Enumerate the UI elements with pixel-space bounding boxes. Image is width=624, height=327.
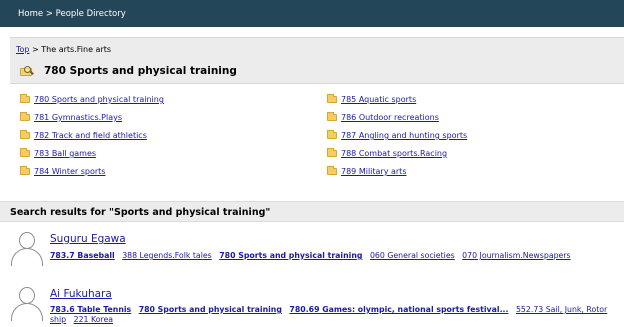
folder-icon	[327, 112, 337, 121]
folder-icon	[327, 94, 337, 103]
person-tag-link[interactable]: 783.6 Table Tennis	[50, 305, 131, 314]
category-panel: Top > The arts.Fine arts 780 Sports and …	[10, 37, 624, 84]
folder-icon	[327, 130, 337, 139]
subcategory-item[interactable]: 789 Military arts	[327, 166, 406, 176]
subcategory-link[interactable]: 786 Outdoor recreations	[341, 113, 439, 122]
top-bar: Home > People Directory	[0, 0, 624, 27]
avatar-placeholder-icon	[10, 230, 44, 266]
category-path-top-link[interactable]: Top	[16, 45, 30, 54]
search-results-heading: Search results for "Sports and physical …	[10, 207, 271, 218]
person-name-link[interactable]: Ai Fukuhara	[50, 288, 112, 300]
category-path-rest: The arts.Fine arts	[41, 45, 112, 54]
subcategory-item[interactable]: 782 Track and field athletics	[20, 130, 147, 140]
subcategory-item[interactable]: 788 Combat sports.Racing	[327, 148, 447, 158]
subcategory-link[interactable]: 783 Ball games	[34, 149, 96, 158]
breadcrumb-current: People Directory	[55, 9, 126, 19]
subcategory-item[interactable]: 781 Gymnastics.Plays	[20, 112, 122, 122]
person-tag-link[interactable]: 060 General societies	[370, 251, 455, 260]
person-result: Ai Fukuhara 783.6 Table Tennis 780 Sport…	[0, 281, 624, 327]
folder-icon	[20, 94, 30, 103]
breadcrumb: Home > People Directory	[18, 9, 126, 19]
folder-icon	[20, 166, 30, 175]
subcategory-link[interactable]: 782 Track and field athletics	[34, 131, 147, 140]
search-results-header: Search results for "Sports and physical …	[0, 201, 624, 222]
avatar-placeholder-icon	[10, 285, 44, 321]
subcategory-link[interactable]: 784 Winter sports	[34, 167, 105, 176]
person-tag-link[interactable]: 780 Sports and physical training	[219, 251, 362, 260]
subcategory-link[interactable]: 789 Military arts	[341, 167, 406, 176]
subcategory-link[interactable]: 785 Aquatic sports	[341, 95, 416, 104]
person-result: Suguru Egawa 783.7 Baseball 388 Legends.…	[0, 226, 624, 276]
person-tag-link[interactable]: 070 Journalism.Newspapers	[462, 251, 570, 260]
person-name-link[interactable]: Suguru Egawa	[50, 233, 126, 245]
subcategory-link[interactable]: 781 Gymnastics.Plays	[34, 113, 122, 122]
subcategory-link[interactable]: 788 Combat sports.Racing	[341, 149, 447, 158]
subcategory-link[interactable]: 787 Angling and hunting sports	[341, 131, 467, 140]
folder-icon	[327, 166, 337, 175]
subcategory-item[interactable]: 780 Sports and physical training	[20, 94, 164, 104]
person-tag-link[interactable]: 780 Sports and physical training	[139, 305, 282, 314]
category-path-separator: >	[32, 45, 39, 54]
folder-icon	[20, 130, 30, 139]
breadcrumb-separator: >	[45, 9, 53, 19]
person-tag-link[interactable]: 783.7 Baseball	[50, 251, 115, 260]
subcategory-link[interactable]: 780 Sports and physical training	[34, 95, 164, 104]
subcategory-item[interactable]: 787 Angling and hunting sports	[327, 130, 467, 140]
person-tags: 783.7 Baseball 388 Legends.Folk tales 78…	[50, 251, 620, 261]
subcategory-item[interactable]: 786 Outdoor recreations	[327, 112, 439, 122]
person-tag-link[interactable]: 388 Legends.Folk tales	[122, 251, 212, 260]
folder-icon	[20, 148, 30, 157]
breadcrumb-home[interactable]: Home	[18, 9, 43, 19]
subcategory-item[interactable]: 783 Ball games	[20, 148, 96, 158]
folder-search-icon	[20, 65, 34, 77]
person-tags: 783.6 Table Tennis 780 Sports and physic…	[50, 305, 620, 325]
person-tag-link[interactable]: 221 Korea	[74, 315, 113, 324]
person-tag-link[interactable]: 780.69 Games: olympic, national sports f…	[289, 305, 508, 314]
subcategory-item[interactable]: 784 Winter sports	[20, 166, 105, 176]
folder-icon	[327, 148, 337, 157]
category-path: Top > The arts.Fine arts	[16, 45, 111, 54]
subcategory-item[interactable]: 785 Aquatic sports	[327, 94, 416, 104]
folder-icon	[20, 112, 30, 121]
category-title-text: 780 Sports and physical training	[44, 65, 237, 77]
category-title: 780 Sports and physical training	[20, 65, 237, 77]
